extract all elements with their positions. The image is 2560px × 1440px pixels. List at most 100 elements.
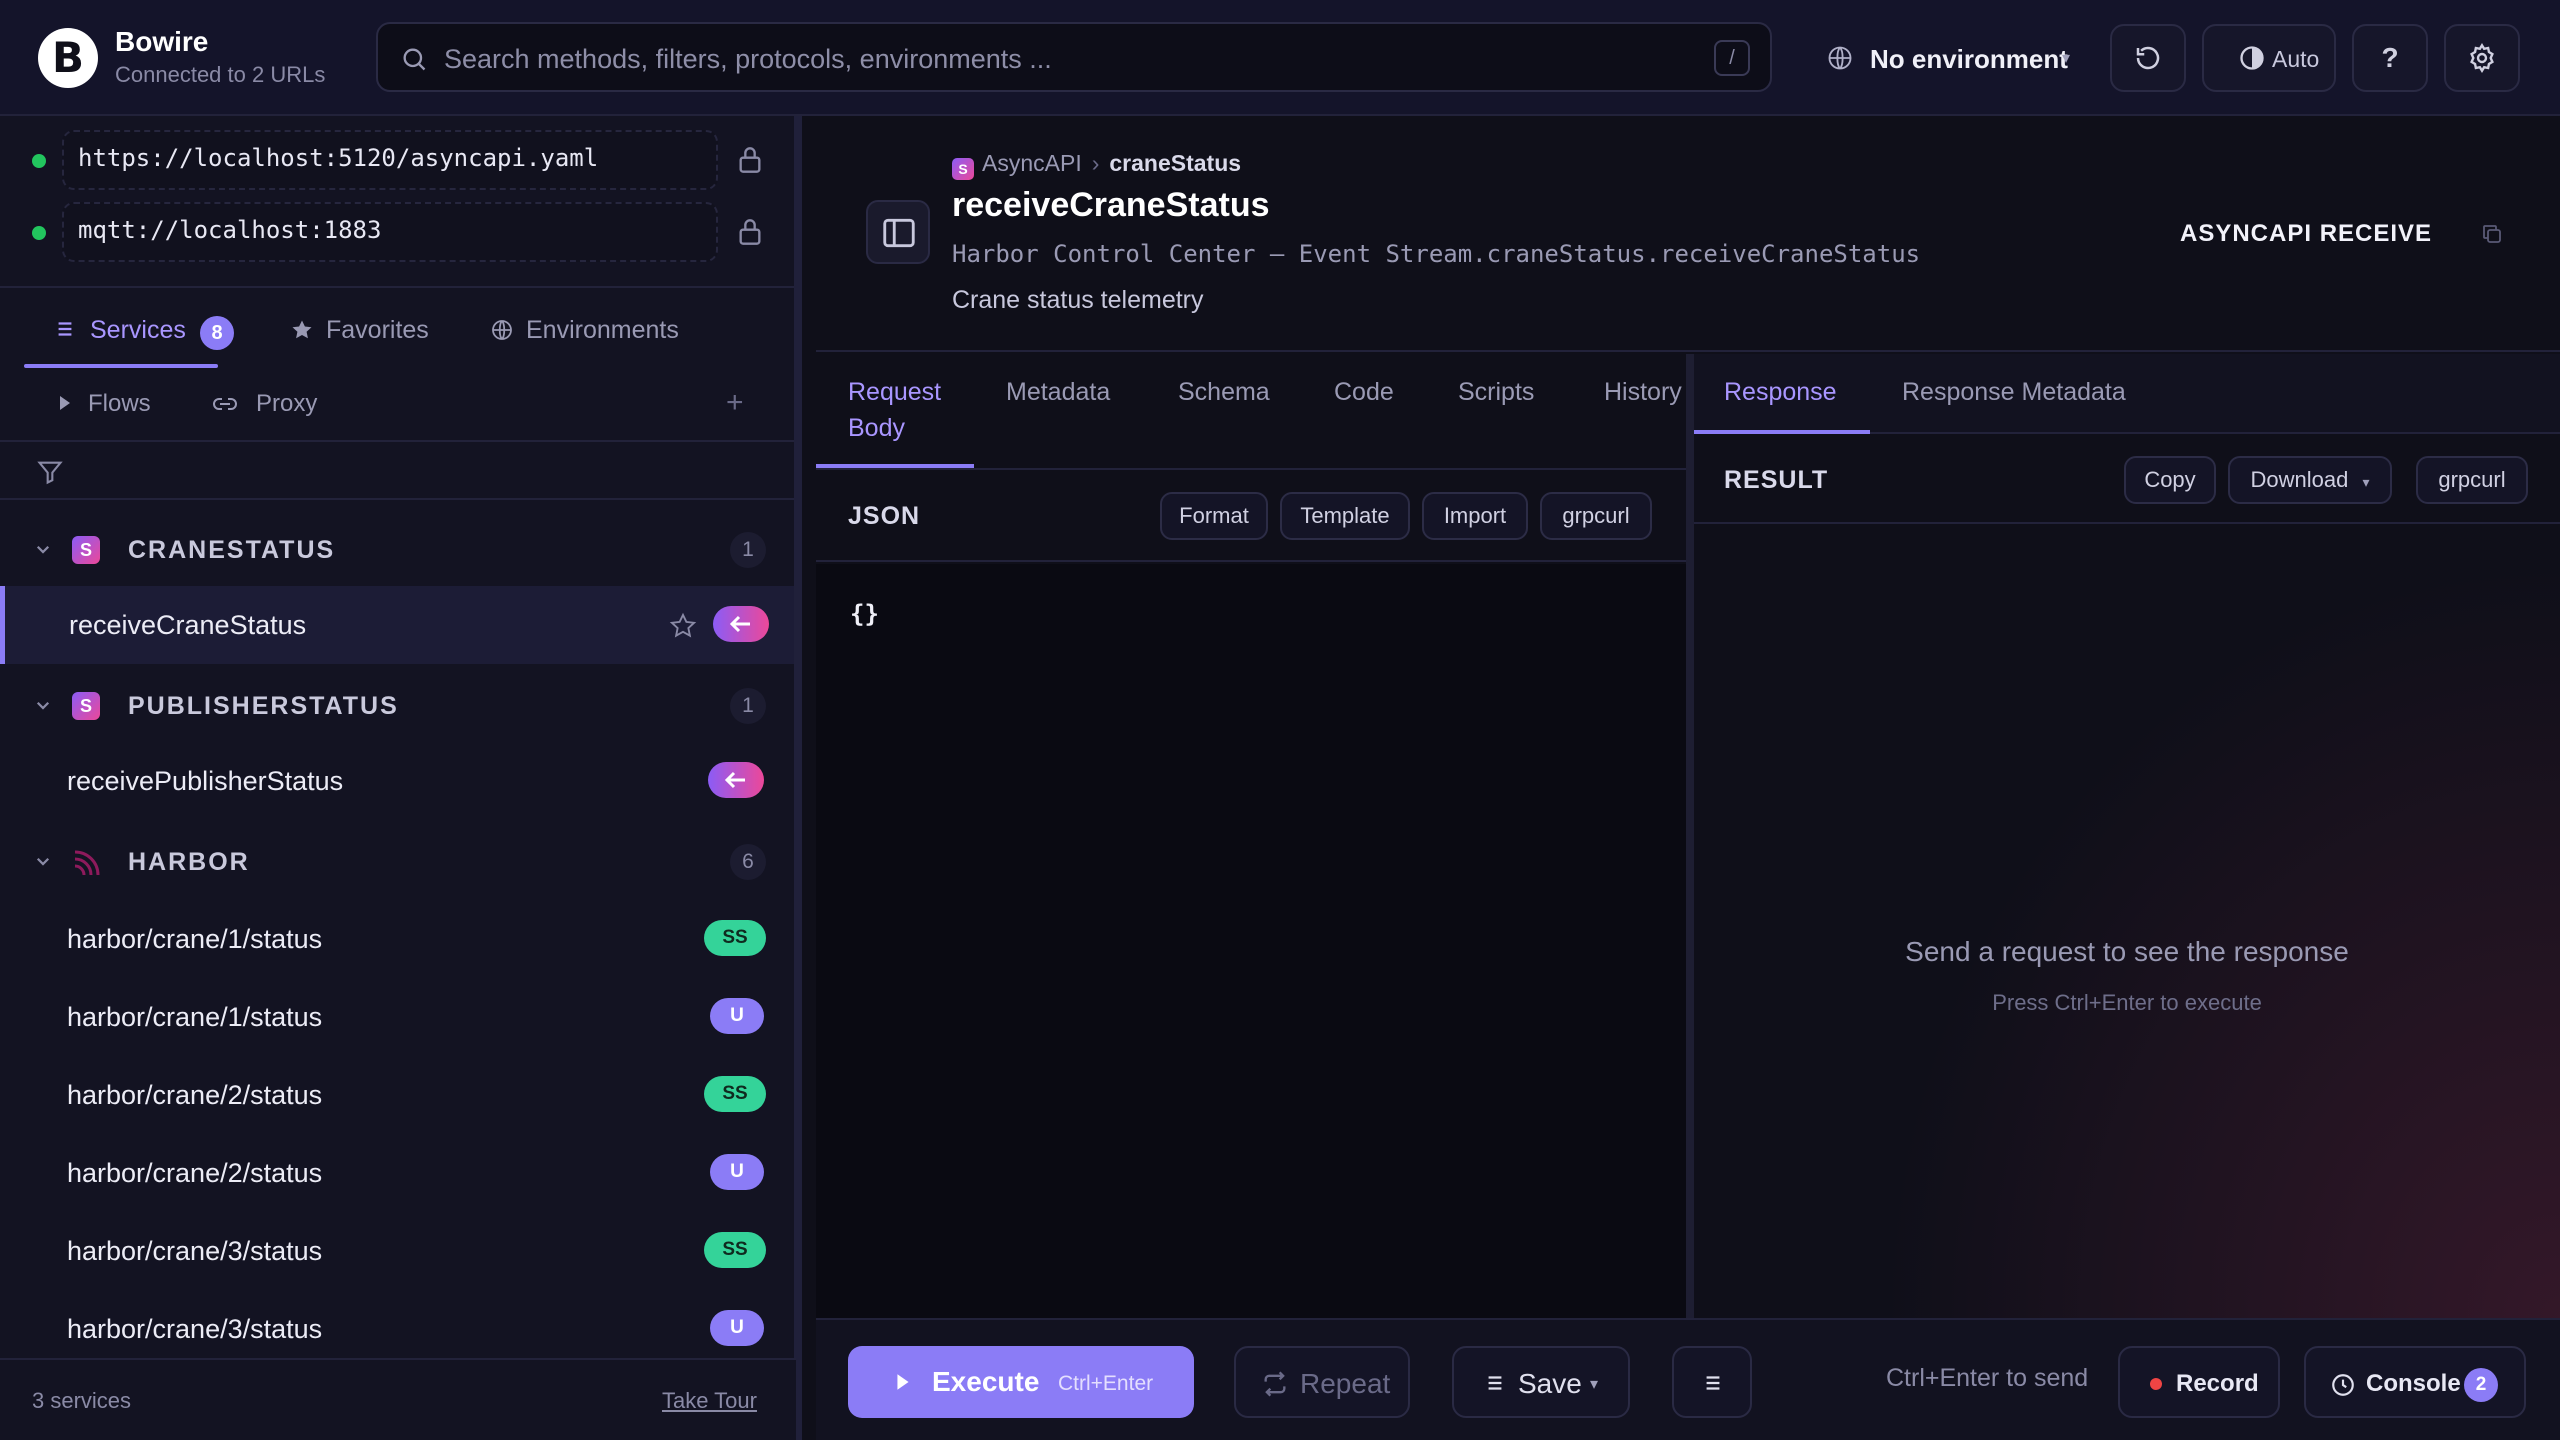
refresh-button[interactable] [2110, 24, 2186, 92]
breadcrumb-separator: › [1091, 150, 1100, 176]
execute-shortcut: Ctrl+Enter [1058, 1372, 1154, 1395]
response-tabs: Response Response Metadata [1694, 354, 2560, 434]
response-toolbar: RESULT Copy Download ▾ grpcurl [1694, 436, 2560, 524]
breadcrumb-protocol[interactable]: AsyncAPI [982, 150, 1082, 176]
console-button[interactable]: Console 2 [2304, 1346, 2526, 1418]
service-group-harbor[interactable]: HARBOR 6 [0, 824, 800, 900]
topic-item[interactable]: harbor/crane/3/status U [0, 1290, 796, 1368]
service-count: 3 services [32, 1388, 132, 1413]
environment-selector[interactable]: No environment ▾ [1826, 22, 2096, 92]
topic-label: harbor/crane/3/status [67, 1314, 323, 1344]
add-icon[interactable]: + [726, 386, 744, 420]
topic-item[interactable]: harbor/crane/2/status U [0, 1134, 796, 1212]
help-button[interactable]: ? [2352, 24, 2428, 92]
import-button[interactable]: Import [1422, 492, 1528, 540]
gear-icon [2466, 42, 2498, 74]
copy-icon[interactable] [2480, 222, 2504, 246]
take-tour-link[interactable]: Take Tour [662, 1388, 757, 1414]
service-group-publisherstatus[interactable]: S PUBLISHERSTATUS 1 [0, 668, 800, 744]
console-count-badge: 2 [2464, 1368, 2498, 1402]
send-shortcut-hint: Ctrl+Enter to send [1886, 1364, 2089, 1392]
copy-button[interactable]: Copy [2124, 456, 2216, 504]
url-text[interactable]: mqtt://localhost:1883 [78, 216, 381, 244]
service-group-name: HARBOR [128, 848, 250, 876]
connection-summary: Connected to 2 URLs [115, 62, 326, 87]
response-empty-hint: Press Ctrl+Enter to execute [1992, 990, 2262, 1015]
grpcurl-button[interactable]: grpcurl [2416, 456, 2528, 504]
more-menu-button[interactable] [1672, 1346, 1752, 1418]
pane-resize-handle[interactable] [1686, 354, 1694, 1318]
topic-item[interactable]: harbor/crane/2/status SS [0, 1056, 796, 1134]
tab-scripts[interactable]: Scripts [1458, 378, 1534, 407]
service-group-name: CRANESTATUS [128, 536, 336, 564]
mqtt-icon [72, 848, 100, 876]
topic-label: harbor/crane/3/status [67, 1236, 323, 1266]
tab-code[interactable]: Code [1334, 378, 1394, 407]
settings-button[interactable] [2444, 24, 2520, 92]
sidebar-panel-icon [880, 214, 918, 252]
save-button[interactable]: Save ▾ [1452, 1346, 1630, 1418]
chevron-down-icon [34, 540, 52, 558]
search-input[interactable]: Search methods, filters, protocols, envi… [444, 44, 1052, 75]
search-shortcut-key: / [1714, 40, 1750, 76]
tab-history[interactable]: History [1604, 378, 1682, 407]
record-button[interactable]: Record [2118, 1346, 2280, 1418]
console-label: Console [2366, 1370, 2461, 1397]
tab-schema[interactable]: Schema [1178, 378, 1270, 407]
method-item[interactable]: receiveCraneStatus [0, 586, 796, 664]
service-group-cranestatus[interactable]: S CRANESTATUS 1 [0, 512, 800, 588]
method-label: receivePublisherStatus [67, 766, 344, 796]
sidebar: https://localhost:5120/asyncapi.yaml mqt… [0, 116, 800, 1440]
active-tab-indicator [816, 464, 974, 468]
request-body-text[interactable]: {} [850, 600, 879, 628]
tab-environments[interactable]: Environments [490, 312, 730, 352]
filter-icon[interactable] [36, 458, 64, 486]
clock-icon [2330, 1372, 2356, 1398]
tab-metadata[interactable]: Metadata [1006, 378, 1110, 407]
topic-item[interactable]: harbor/crane/1/status U [0, 978, 796, 1056]
toggle-sidebar-button[interactable] [866, 200, 930, 264]
grpcurl-button[interactable]: grpcurl [1540, 492, 1652, 540]
execute-button[interactable]: Execute Ctrl+Enter [848, 1346, 1194, 1418]
contrast-icon [2238, 44, 2266, 72]
active-tab-indicator [1694, 430, 1870, 434]
template-button[interactable]: Template [1280, 492, 1410, 540]
star-outline-icon[interactable] [669, 612, 697, 640]
download-button[interactable]: Download ▾ [2228, 456, 2392, 504]
method-item[interactable]: receivePublisherStatus [0, 742, 796, 820]
url-text[interactable]: https://localhost:5120/asyncapi.yaml [78, 144, 598, 172]
format-button[interactable]: Format [1160, 492, 1268, 540]
body-format-label: JSON [848, 502, 921, 530]
play-icon [894, 1372, 912, 1392]
tab-favorites[interactable]: Favorites [290, 312, 450, 352]
lock-icon[interactable] [736, 144, 764, 176]
tab-request-body[interactable]: Request Body [848, 374, 968, 446]
breadcrumb-service[interactable]: craneStatus [1109, 150, 1241, 176]
menu-icon [1702, 1372, 1724, 1394]
subscribe-badge: SS [704, 1232, 766, 1268]
method-description: Crane status telemetry [952, 286, 1204, 314]
topic-item[interactable]: harbor/crane/3/status SS [0, 1212, 796, 1290]
sidebar-footer: 3 services Take Tour [0, 1358, 796, 1440]
request-toolbar: JSON Format Template Import grpcurl [816, 472, 1688, 562]
sidebar-subnav: Flows Proxy + [0, 370, 800, 440]
play-icon [58, 394, 72, 412]
global-search[interactable]: Search methods, filters, protocols, envi… [376, 22, 1772, 92]
service-group-count: 6 [730, 844, 766, 880]
topic-item[interactable]: harbor/crane/1/status SS [0, 900, 796, 978]
theme-toggle-button[interactable]: Auto [2202, 24, 2336, 92]
tab-response-metadata[interactable]: Response Metadata [1902, 378, 2126, 407]
globe-icon [490, 318, 514, 342]
connected-status-dot [32, 226, 46, 240]
request-body-editor[interactable]: {} [816, 564, 1688, 1318]
tab-services[interactable]: Services 8 [54, 312, 244, 352]
asyncapi-icon: S [72, 536, 100, 564]
repeat-button[interactable]: Repeat [1234, 1346, 1410, 1418]
download-label: Download [2250, 467, 2349, 492]
sidebar-scrollbar[interactable] [794, 116, 802, 1440]
subscribe-badge: SS [704, 920, 766, 956]
tab-response[interactable]: Response [1724, 378, 1837, 407]
service-group-name: PUBLISHERSTATUS [128, 692, 399, 720]
method-header: S AsyncAPI › craneStatus receiveCraneStatus… [816, 116, 2560, 352]
lock-icon[interactable] [736, 216, 764, 248]
